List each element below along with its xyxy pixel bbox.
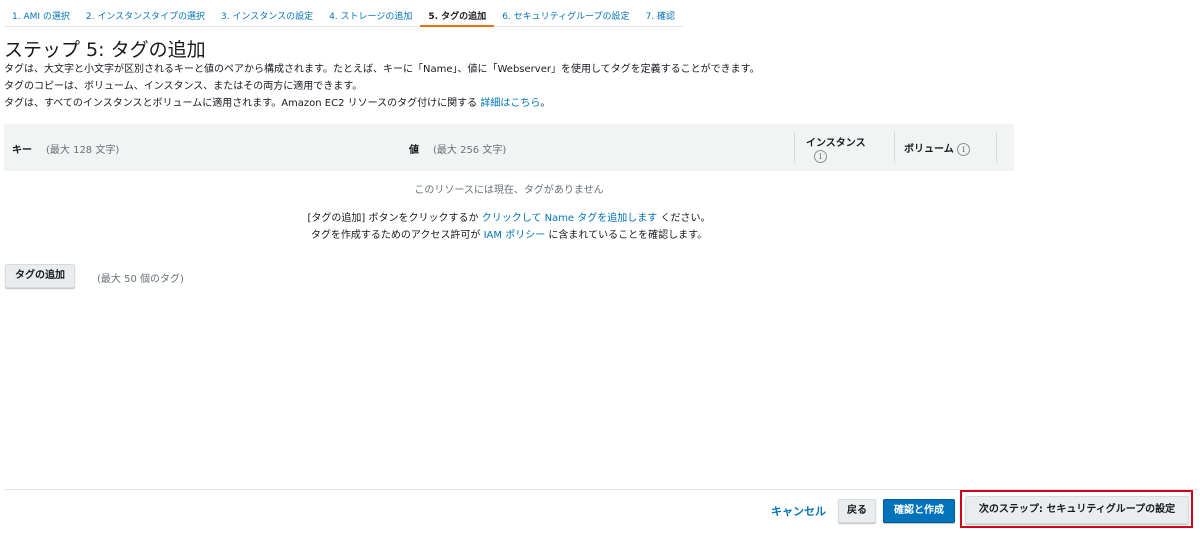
permission-hint: タグを作成するためのアクセス許可が IAM ポリシー に含まれていることを確認し… [4,226,1014,241]
page-title: ステップ 5: タグの追加 [4,39,206,61]
description-line-2: タグのコピーは、ボリューム、インスタンス、またはその両方に適用できます。 [4,81,363,92]
instances-column-label: インスタンス [806,138,866,149]
key-column-label: キー [12,145,32,156]
add-tag-button[interactable]: タグの追加 [5,264,75,288]
max-tags-note: (最大 50 個のタグ) [97,274,184,285]
add-tag-hint-suffix: ください。 [660,213,711,224]
review-and-launch-button[interactable]: 確認と作成 [883,499,955,523]
key-column-header: キー (最大 128 文字) [12,141,119,156]
description-line-3-text: タグは、すべてのインスタンスとボリュームに適用されます。Amazon EC2 リ… [4,98,478,109]
step-instance-type[interactable]: 2. インスタンスタイプの選択 [78,0,213,26]
value-column-header: 値 (最大 256 文字) [409,141,506,156]
iam-policy-link[interactable]: IAM ポリシー [484,230,546,241]
add-name-tag-link[interactable]: クリックして Name タグを追加します [482,213,658,224]
value-column-hint: (最大 256 文字) [433,145,507,156]
step-storage[interactable]: 4. ストレージの追加 [321,0,420,26]
permission-hint-text: タグを作成するためのアクセス許可が [310,230,481,241]
add-tag-hint: [タグの追加] ボタンをクリックするか クリックして Name タグを追加します… [4,209,1014,224]
back-button[interactable]: 戻る [838,499,876,523]
cancel-link[interactable]: キャンセル [771,503,826,519]
volumes-column-header: ボリューム i [904,140,971,156]
description-line-1: タグは、大文字と小文字が区別されるキーと値のペアから構成されます。たとえば、キー… [4,64,760,75]
info-icon[interactable]: i [814,150,827,163]
tags-table-header: キー (最大 128 文字) 値 (最大 256 文字) インスタンス i ボリュー… [4,124,1014,171]
description-line-3: タグは、すべてのインスタンスとボリュームに適用されます。Amazon EC2 リ… [4,94,550,109]
volumes-column-label: ボリューム [904,144,954,155]
column-divider [996,132,997,163]
learn-more-link[interactable]: 詳細はこちら [480,98,540,109]
wizard-steps: 1. AMI の選択 2. インスタンスタイプの選択 3. インスタンスの設定 … [4,0,684,27]
highlight-box [960,490,1193,528]
column-divider [894,132,895,163]
column-divider [794,132,795,163]
step-tags[interactable]: 5. タグの追加 [420,0,495,27]
permission-hint-suffix: に含まれていることを確認します。 [548,230,708,241]
instances-column-header: インスタンス i [806,134,866,163]
description-line-3-suffix: 。 [540,98,551,109]
empty-tags-message: このリソースには現在、タグがありません [414,185,604,196]
step-instance-config[interactable]: 3. インスタンスの設定 [213,0,321,26]
step-security-group[interactable]: 6. セキュリティグループの設定 [494,0,637,26]
value-column-label: 値 [409,145,419,156]
key-column-hint: (最大 128 文字) [46,145,120,156]
step-review[interactable]: 7. 確認 [638,0,683,26]
add-tag-hint-text: [タグの追加] ボタンをクリックするか [307,213,479,224]
info-icon[interactable]: i [957,143,971,156]
step-ami[interactable]: 1. AMI の選択 [4,0,78,26]
